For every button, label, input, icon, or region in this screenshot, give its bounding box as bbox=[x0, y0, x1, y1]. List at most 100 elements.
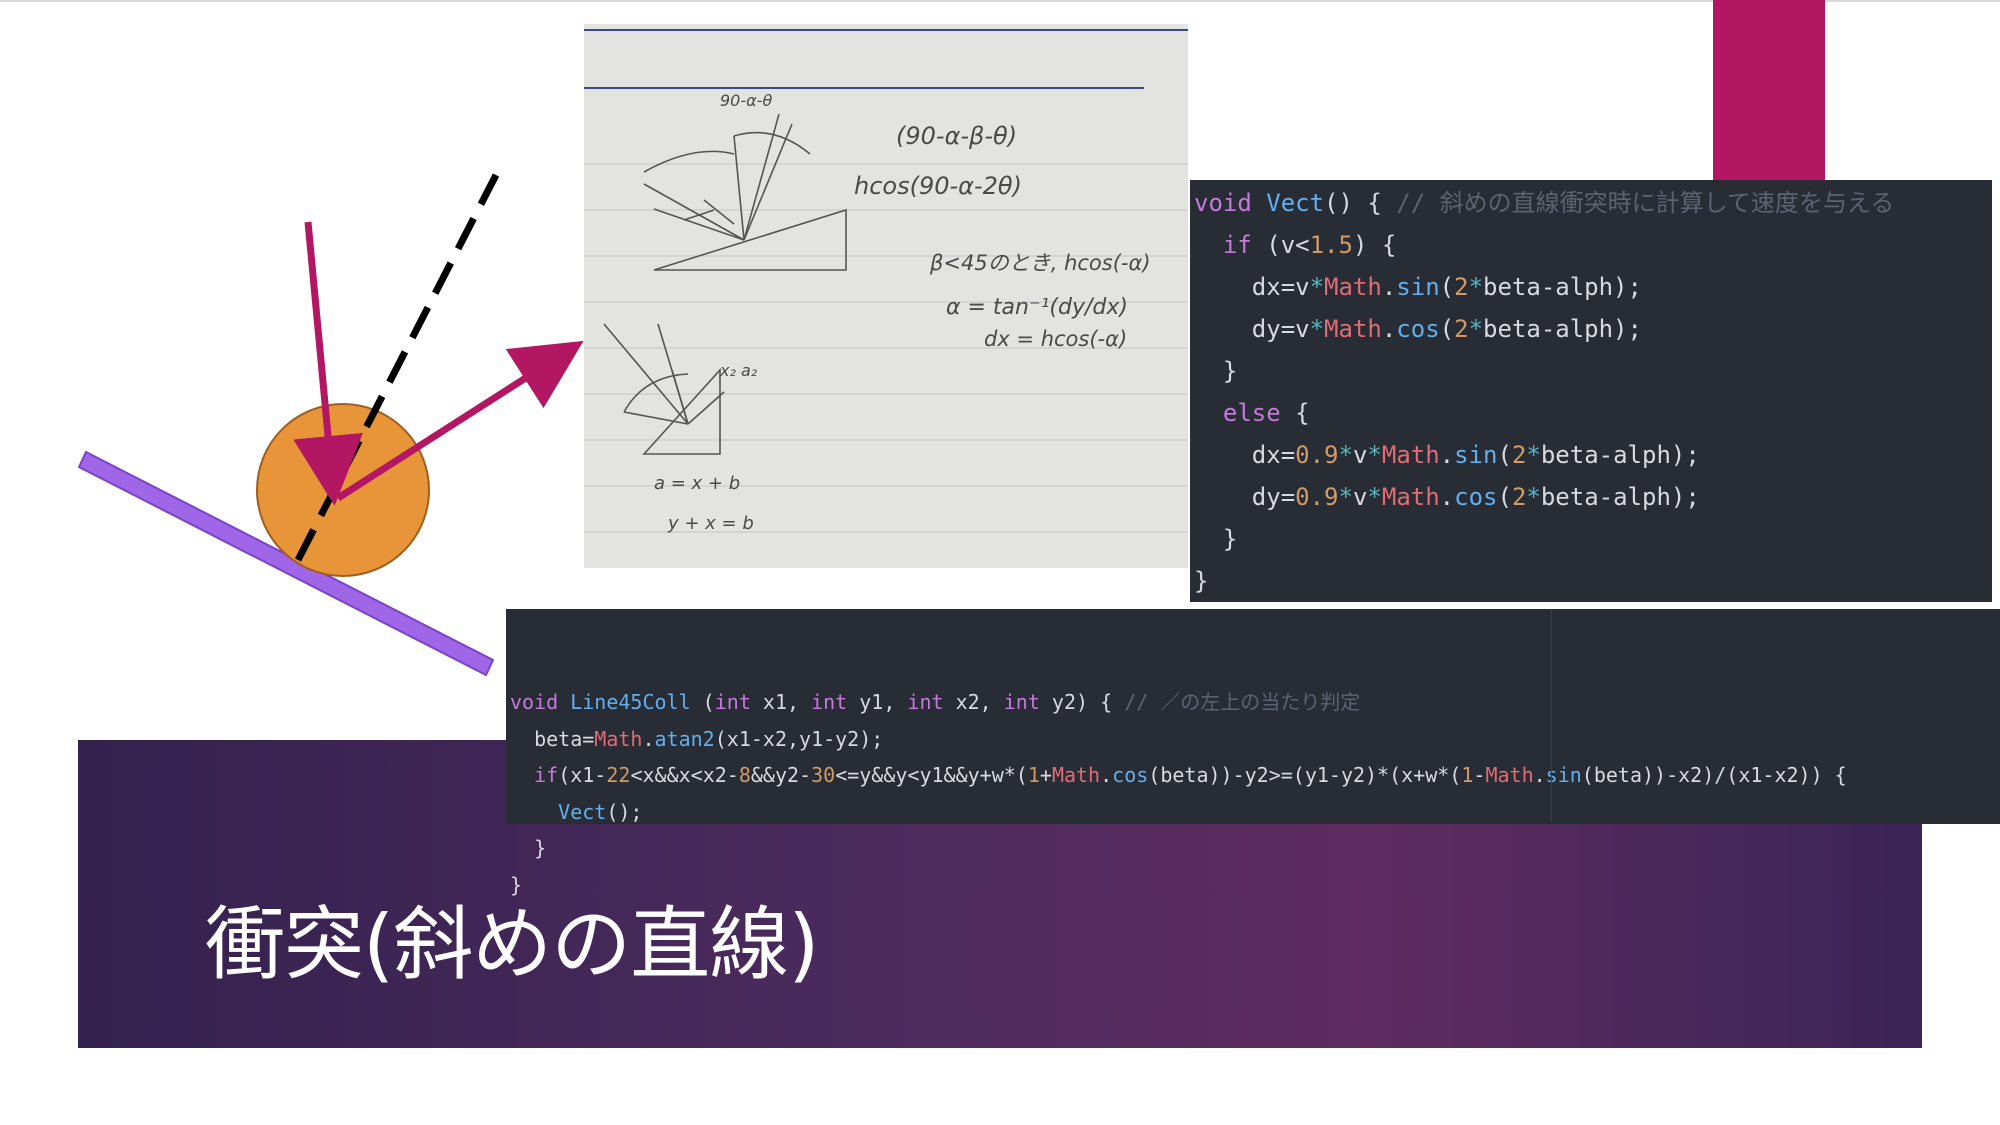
code-token: * bbox=[1468, 273, 1484, 301]
code-token: 0.9 bbox=[1295, 483, 1339, 511]
code-token: y2) { bbox=[1039, 690, 1125, 714]
note-line-2: hcos(90-α-2θ) bbox=[854, 172, 1022, 200]
code-token: * bbox=[1338, 441, 1353, 469]
code-token: beta-alph); bbox=[1483, 273, 1642, 301]
code-token: v bbox=[1352, 483, 1368, 511]
code-token: atan2 bbox=[654, 726, 715, 751]
code-token: void bbox=[1194, 189, 1267, 217]
code-token: . bbox=[642, 726, 655, 751]
note-line-8: a = x + b bbox=[654, 473, 740, 494]
code-token: int bbox=[714, 690, 751, 714]
code-token: . bbox=[1100, 763, 1113, 787]
code-line: beta=Math.atan2(x1-x2,y1-y2); bbox=[506, 721, 2000, 758]
code-token: // ／の左上の当たり判定 bbox=[1124, 690, 1361, 714]
code-token: beta= bbox=[510, 726, 595, 751]
code-token: // 斜めの直線衝突時に計算して速度を与える bbox=[1396, 189, 1895, 217]
code-token: + bbox=[1039, 763, 1052, 787]
accent-bar bbox=[1713, 0, 1825, 180]
code-token: &&y2- bbox=[750, 763, 812, 787]
code-token: * bbox=[1367, 483, 1382, 511]
code-line: void Line45Coll (int x1, int y1, int x2,… bbox=[506, 684, 2000, 721]
code-token: 30 bbox=[811, 763, 836, 787]
code-token: int bbox=[907, 690, 944, 714]
code-line: dx=0.9*v*Math.sin(2*beta-alph); bbox=[1190, 434, 1992, 476]
code-token: (x1- bbox=[558, 763, 607, 787]
collision-diagram bbox=[77, 173, 584, 677]
note-line-9: y + x = b bbox=[667, 513, 754, 534]
code-token: * bbox=[1309, 315, 1325, 343]
code-token: beta-alph); bbox=[1540, 483, 1700, 511]
code-token: beta-alph); bbox=[1540, 441, 1700, 469]
code-token: sin bbox=[1454, 441, 1498, 469]
code-token: * bbox=[1367, 441, 1382, 469]
code-token: cos bbox=[1396, 315, 1440, 343]
code-token: 2 bbox=[1454, 315, 1469, 343]
code-token: () { bbox=[1324, 189, 1397, 217]
code-token: Math bbox=[1324, 273, 1382, 301]
note-line-4: α = tan⁻¹(dy/dx) bbox=[946, 295, 1128, 320]
code-token: x2, bbox=[943, 690, 1004, 714]
code-token: 22 bbox=[606, 763, 631, 787]
code-token: 1 bbox=[1027, 763, 1040, 787]
code-line: dx=v*Math.sin(2*beta-alph); bbox=[1190, 266, 1992, 308]
code-token: * bbox=[1468, 315, 1484, 343]
code-token: ( bbox=[1439, 315, 1455, 343]
code-line: if(x1-22<x&&x<x2-8&&y2-30<=y&&y<y1&&y+w*… bbox=[506, 757, 2000, 794]
code-line: else { bbox=[1190, 392, 1992, 434]
code-line: } bbox=[1190, 560, 1992, 602]
ball bbox=[256, 403, 430, 577]
code-token: Math bbox=[594, 726, 643, 751]
code-token: int bbox=[1003, 690, 1040, 714]
code-token: } bbox=[510, 872, 523, 897]
code-token: ( bbox=[1497, 483, 1512, 511]
code-token: dy= bbox=[1194, 483, 1296, 511]
code-token: (v< bbox=[1251, 231, 1310, 259]
code-token: 1 bbox=[1461, 763, 1474, 787]
top-rule bbox=[0, 0, 2000, 2]
code-token: Line45Coll bbox=[570, 690, 691, 714]
code-token: } bbox=[1194, 525, 1238, 553]
code-token: dx= bbox=[1194, 441, 1296, 469]
code-line: } bbox=[1190, 350, 1992, 392]
code-token: Math bbox=[1051, 763, 1101, 787]
code-token: if bbox=[534, 763, 559, 787]
code-token: * bbox=[1309, 273, 1325, 301]
code-token: Math bbox=[1381, 483, 1440, 511]
code-token: x1, bbox=[750, 690, 812, 714]
notebook-photo: (90-α-β-θ) hcos(90-α-2θ) β<45のとき, hcos(-… bbox=[584, 24, 1188, 568]
code-token: * bbox=[1338, 483, 1353, 511]
code-token: (); bbox=[606, 799, 643, 824]
code-token: int bbox=[811, 690, 848, 714]
code-token: . bbox=[1533, 763, 1546, 787]
code-token: cos bbox=[1112, 763, 1149, 787]
code-line: } bbox=[1190, 518, 1992, 560]
code-line: void Vect() { // 斜めの直線衝突時に計算して速度を与える bbox=[1190, 182, 1992, 224]
code-token: ) { bbox=[1352, 231, 1397, 259]
code-line: Vect(); bbox=[506, 794, 2000, 831]
code-token: ( bbox=[1439, 273, 1455, 301]
code-token: if bbox=[1222, 231, 1252, 259]
code-token: <x&&x<x2- bbox=[630, 763, 739, 787]
code-token: ( bbox=[690, 690, 715, 714]
code-token: Math bbox=[1381, 441, 1440, 469]
code-token: Vect bbox=[1266, 189, 1325, 217]
note-line-7: x₂ a₂ bbox=[719, 361, 758, 380]
code-token: * bbox=[1526, 483, 1541, 511]
code-token: } bbox=[1194, 567, 1209, 595]
code-token: } bbox=[1194, 357, 1238, 385]
code-token: Math bbox=[1485, 763, 1534, 787]
code-token: cos bbox=[1454, 483, 1498, 511]
code-token: ( bbox=[1497, 441, 1512, 469]
notebook-sketch: (90-α-β-θ) hcos(90-α-2θ) β<45のとき, hcos(-… bbox=[584, 24, 1188, 568]
code-token: 2 bbox=[1454, 273, 1469, 301]
code-token: } bbox=[510, 836, 547, 860]
code-token: sin bbox=[1396, 273, 1440, 301]
code-token: 8 bbox=[738, 763, 751, 787]
code-line: } bbox=[506, 830, 2000, 867]
code-token: 2 bbox=[1511, 483, 1527, 511]
code-token: 0.9 bbox=[1295, 441, 1339, 469]
code-panel-line45coll: void Line45Coll (int x1, int y1, int x2,… bbox=[506, 609, 2000, 897]
